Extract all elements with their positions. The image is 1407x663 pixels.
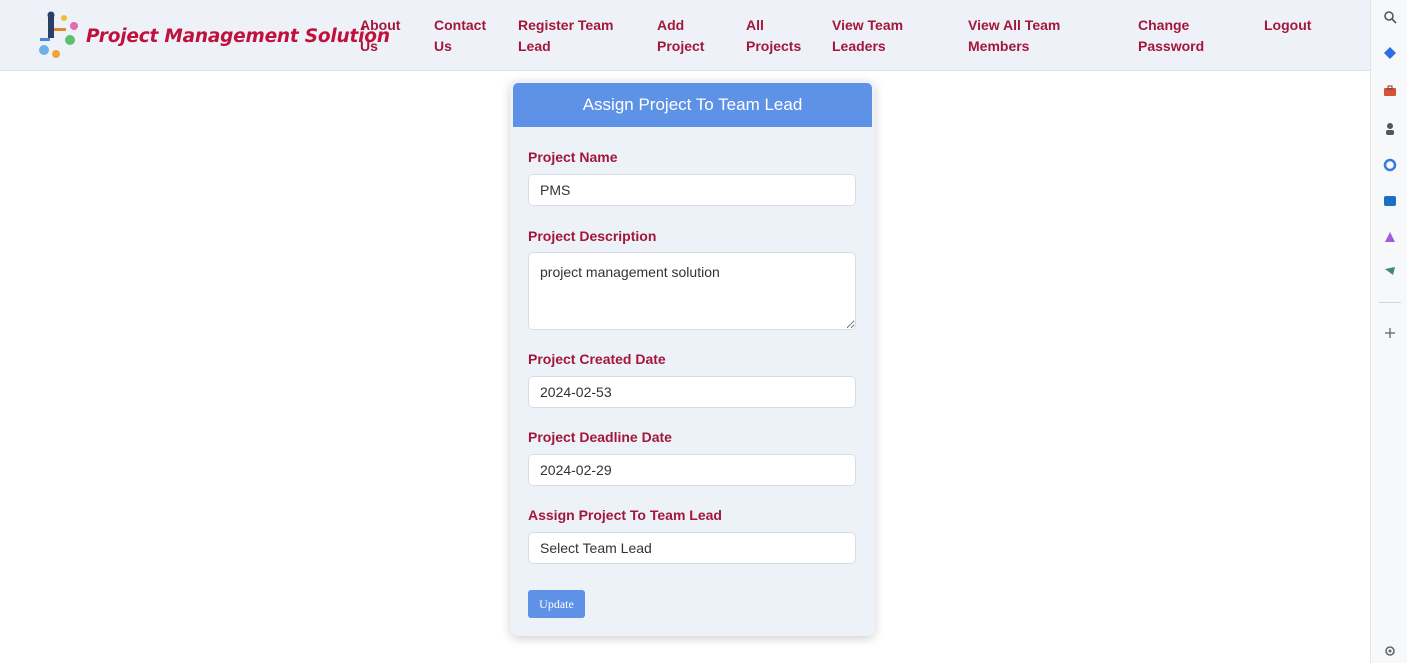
project-name-label: Project Name <box>528 149 618 165</box>
nav-view-team-leaders[interactable]: View Team Leaders <box>832 15 903 57</box>
outlook-icon[interactable] <box>1383 194 1397 208</box>
browser-sidebar <box>1370 0 1407 663</box>
created-date-label: Project Created Date <box>528 351 666 367</box>
nav-change-password[interactable]: Change Password <box>1138 15 1204 57</box>
update-button[interactable]: Update <box>528 590 585 618</box>
nav-view-all-team-members[interactable]: View All Team Members <box>968 15 1060 57</box>
nav-logout[interactable]: Logout <box>1264 15 1311 36</box>
nav-all-projects[interactable]: All Projects <box>746 15 801 57</box>
nav-register-team-lead[interactable]: Register Team Lead <box>518 15 613 57</box>
project-description-input[interactable]: project management solution <box>528 252 856 330</box>
games-icon[interactable] <box>1383 264 1397 278</box>
briefcase-icon[interactable] <box>1383 84 1397 98</box>
deadline-date-input[interactable] <box>528 454 856 486</box>
project-logo-icon <box>39 11 78 58</box>
card-title: Assign Project To Team Lead <box>513 83 872 127</box>
created-date-input[interactable] <box>528 376 856 408</box>
project-name-input[interactable] <box>528 174 856 206</box>
team-lead-label: Assign Project To Team Lead <box>528 507 722 523</box>
nav-add-project[interactable]: Add Project <box>657 15 704 57</box>
assign-project-card: Assign Project To Team Lead Project Name… <box>510 80 875 636</box>
copilot-icon[interactable] <box>1383 158 1397 172</box>
settings-icon[interactable] <box>1383 644 1397 658</box>
brand-title: Project Management Solution <box>86 25 390 47</box>
person-icon[interactable] <box>1383 122 1397 136</box>
brand[interactable]: Project Management Solution <box>30 10 390 62</box>
team-lead-select[interactable]: Select Team Lead <box>528 532 856 564</box>
diamond-icon[interactable] <box>1383 46 1397 60</box>
project-description-label: Project Description <box>528 228 657 244</box>
deadline-date-label: Project Deadline Date <box>528 429 672 445</box>
top-navbar: Project Management Solution About Us Con… <box>0 0 1370 71</box>
sidebar-divider <box>1379 302 1401 303</box>
search-icon[interactable] <box>1383 10 1397 24</box>
nav-contact-us[interactable]: Contact Us <box>434 15 486 57</box>
add-icon[interactable] <box>1383 326 1397 340</box>
designer-icon[interactable] <box>1383 230 1397 244</box>
nav-about-us[interactable]: About Us <box>360 15 400 57</box>
